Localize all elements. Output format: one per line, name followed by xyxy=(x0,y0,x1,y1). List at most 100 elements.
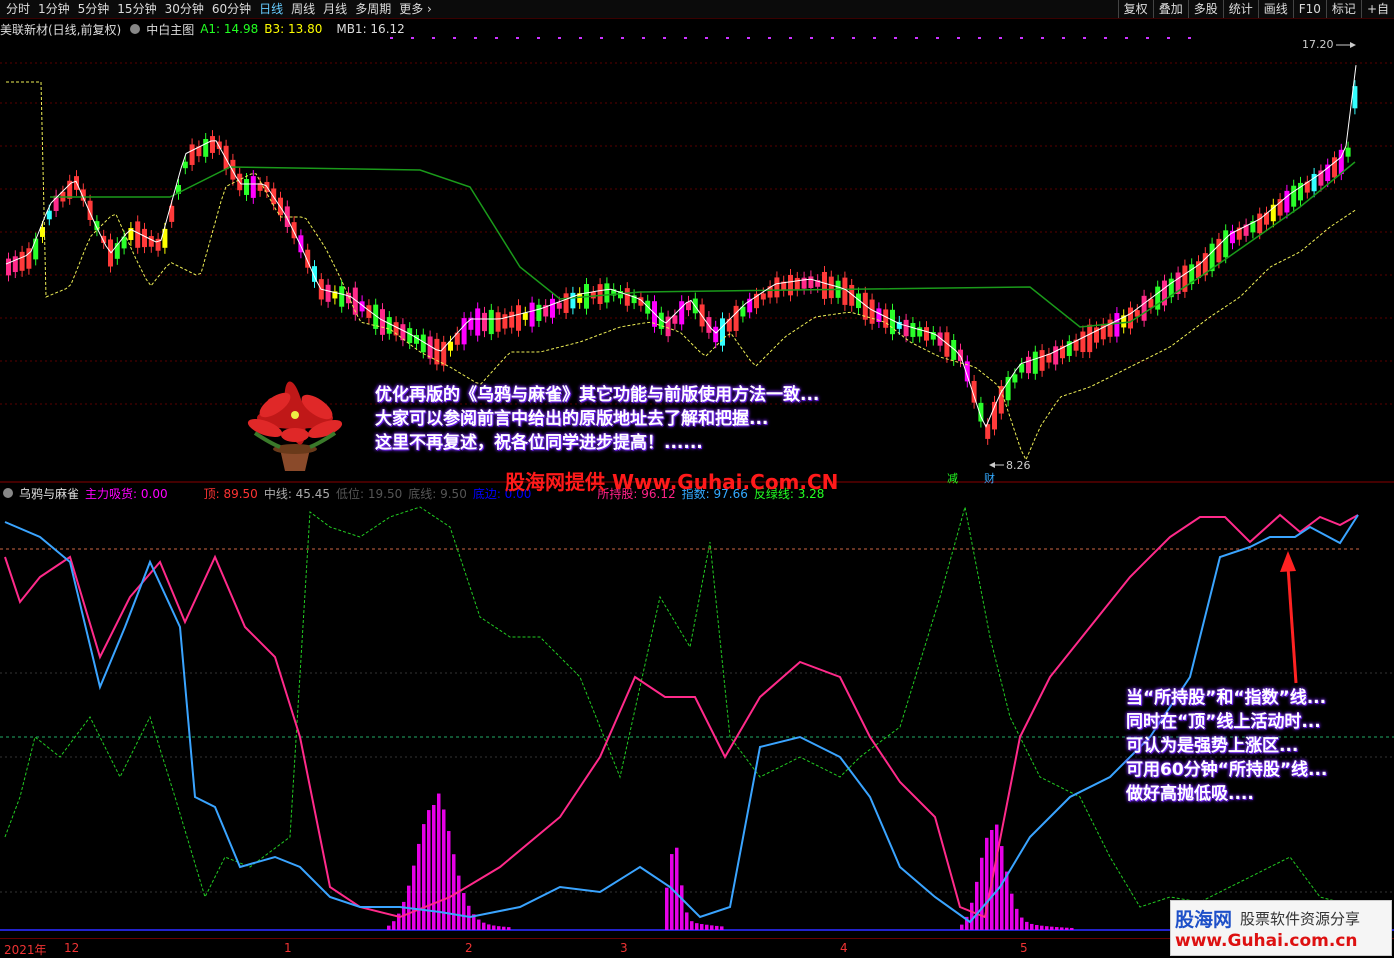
tab-weekly[interactable]: 周线 xyxy=(287,2,319,17)
candle-body xyxy=(1128,307,1133,329)
candle-body xyxy=(1223,230,1229,258)
histogram-bar xyxy=(1060,927,1064,930)
candle-body xyxy=(1277,199,1283,216)
candle-body xyxy=(1284,190,1290,213)
settings-circle-icon[interactable] xyxy=(130,24,141,34)
low-price-marker xyxy=(989,462,1004,468)
candle-body xyxy=(502,314,508,329)
candle-body xyxy=(516,305,521,331)
f10-button[interactable]: F10 xyxy=(1292,0,1326,18)
histogram-bar xyxy=(970,902,974,930)
mark-button[interactable]: 标记 xyxy=(1325,0,1361,18)
histogram-bar xyxy=(507,927,511,930)
signal-dots-row xyxy=(390,37,1191,39)
signal-dot xyxy=(432,37,435,39)
tab-more[interactable]: 更多 › xyxy=(395,2,436,17)
candle-body xyxy=(550,298,555,318)
histogram-bar xyxy=(417,843,421,930)
signal-dot xyxy=(747,37,750,39)
candle-body xyxy=(325,284,331,302)
marker-right: 财 xyxy=(984,472,995,485)
tab-monthly[interactable]: 月线 xyxy=(319,2,351,17)
histogram-bar xyxy=(1025,921,1029,930)
tab-daily[interactable]: 日线 xyxy=(255,2,287,17)
candle-body xyxy=(1107,319,1113,337)
indicator-name[interactable]: 中白主图 xyxy=(146,21,194,38)
histogram-bar xyxy=(975,881,979,930)
candle-body xyxy=(1032,351,1038,374)
histogram-bar xyxy=(695,923,699,930)
histogram-bar xyxy=(1010,893,1014,930)
overlay-notes-top: 优化再版的《乌鸦与麻雀》其它功能与前版使用方法一致... 大家可以参阅前言中给出… xyxy=(375,383,819,455)
signal-dot xyxy=(663,37,666,39)
histogram-bar xyxy=(700,924,704,930)
histogram-bar xyxy=(452,854,456,930)
candle-body xyxy=(12,256,18,273)
signal-dot xyxy=(894,37,897,39)
histogram-bar xyxy=(685,912,689,930)
absorb-histogram xyxy=(387,793,1074,930)
tab-5min[interactable]: 5分钟 xyxy=(74,2,114,17)
signal-dot xyxy=(1083,37,1086,39)
signal-dot xyxy=(999,37,1002,39)
signal-dot xyxy=(789,37,792,39)
candle-body xyxy=(142,228,147,248)
candle-body xyxy=(1039,350,1045,371)
candle-body xyxy=(400,324,406,341)
candle-body xyxy=(760,293,766,300)
candle-body xyxy=(509,311,515,328)
signal-dot xyxy=(915,37,918,39)
signal-dot xyxy=(621,37,624,39)
signal-dot xyxy=(495,37,498,39)
candle-body xyxy=(570,292,576,309)
candle-body xyxy=(1332,157,1337,178)
histogram-bar xyxy=(705,924,709,930)
signal-dot xyxy=(474,37,477,39)
candle-body xyxy=(1270,204,1276,222)
watermark-text: 股海网提供 Www.Guhai.Com.CN xyxy=(505,470,839,494)
candle-body xyxy=(733,305,739,331)
histogram-bar xyxy=(1000,846,1004,930)
stock-title: 美联新材(日线,前复权) xyxy=(0,22,122,37)
candle-body xyxy=(910,323,916,337)
add-custom-button[interactable]: +自 xyxy=(1360,0,1394,18)
tab-multi-period[interactable]: 多周期 xyxy=(351,2,395,17)
histogram-bar xyxy=(1035,924,1039,930)
site-logo: 股海网 股票软件资源分享 www.Guhai.com.cn xyxy=(1170,900,1392,956)
candle-body xyxy=(46,210,52,220)
toolbar-right: 复权 叠加 多股 统计 画线 F10 标记 +自 xyxy=(1117,0,1394,18)
histogram-bar xyxy=(447,831,451,930)
tab-30min[interactable]: 30分钟 xyxy=(161,2,208,17)
candle-body xyxy=(380,309,385,335)
multi-stock-button[interactable]: 多股 xyxy=(1187,0,1223,18)
candle-body xyxy=(230,159,236,180)
statistics-button[interactable]: 统计 xyxy=(1222,0,1258,18)
histogram-bar xyxy=(960,924,964,930)
restore-rights-button[interactable]: 复权 xyxy=(1117,0,1153,18)
tab-15min[interactable]: 15分钟 xyxy=(113,2,160,17)
signal-dot xyxy=(537,37,540,39)
draw-line-button[interactable]: 画线 xyxy=(1257,0,1293,18)
candle-body xyxy=(556,302,562,309)
histogram-bar xyxy=(670,854,674,930)
tab-1min[interactable]: 1分钟 xyxy=(34,2,74,17)
candle-body xyxy=(679,301,685,325)
signal-dot xyxy=(1041,37,1044,39)
histogram-bar xyxy=(1030,923,1034,930)
candle-body xyxy=(536,304,542,321)
candle-body xyxy=(597,284,603,305)
histogram-bar xyxy=(497,926,501,930)
histogram-bar xyxy=(665,887,669,930)
date-label-year: 2021年 xyxy=(4,943,47,957)
histogram-bar xyxy=(492,925,496,930)
histogram-bar xyxy=(720,926,724,930)
main-gridlines xyxy=(0,62,1394,405)
tab-intraday[interactable]: 分时 xyxy=(2,2,34,17)
tab-60min[interactable]: 60分钟 xyxy=(208,2,255,17)
signal-dot xyxy=(684,37,687,39)
candle-body xyxy=(883,309,889,328)
signal-dot xyxy=(1020,37,1023,39)
overlay-button[interactable]: 叠加 xyxy=(1152,0,1188,18)
signal-dot xyxy=(642,37,645,39)
histogram-bar xyxy=(1020,917,1024,930)
